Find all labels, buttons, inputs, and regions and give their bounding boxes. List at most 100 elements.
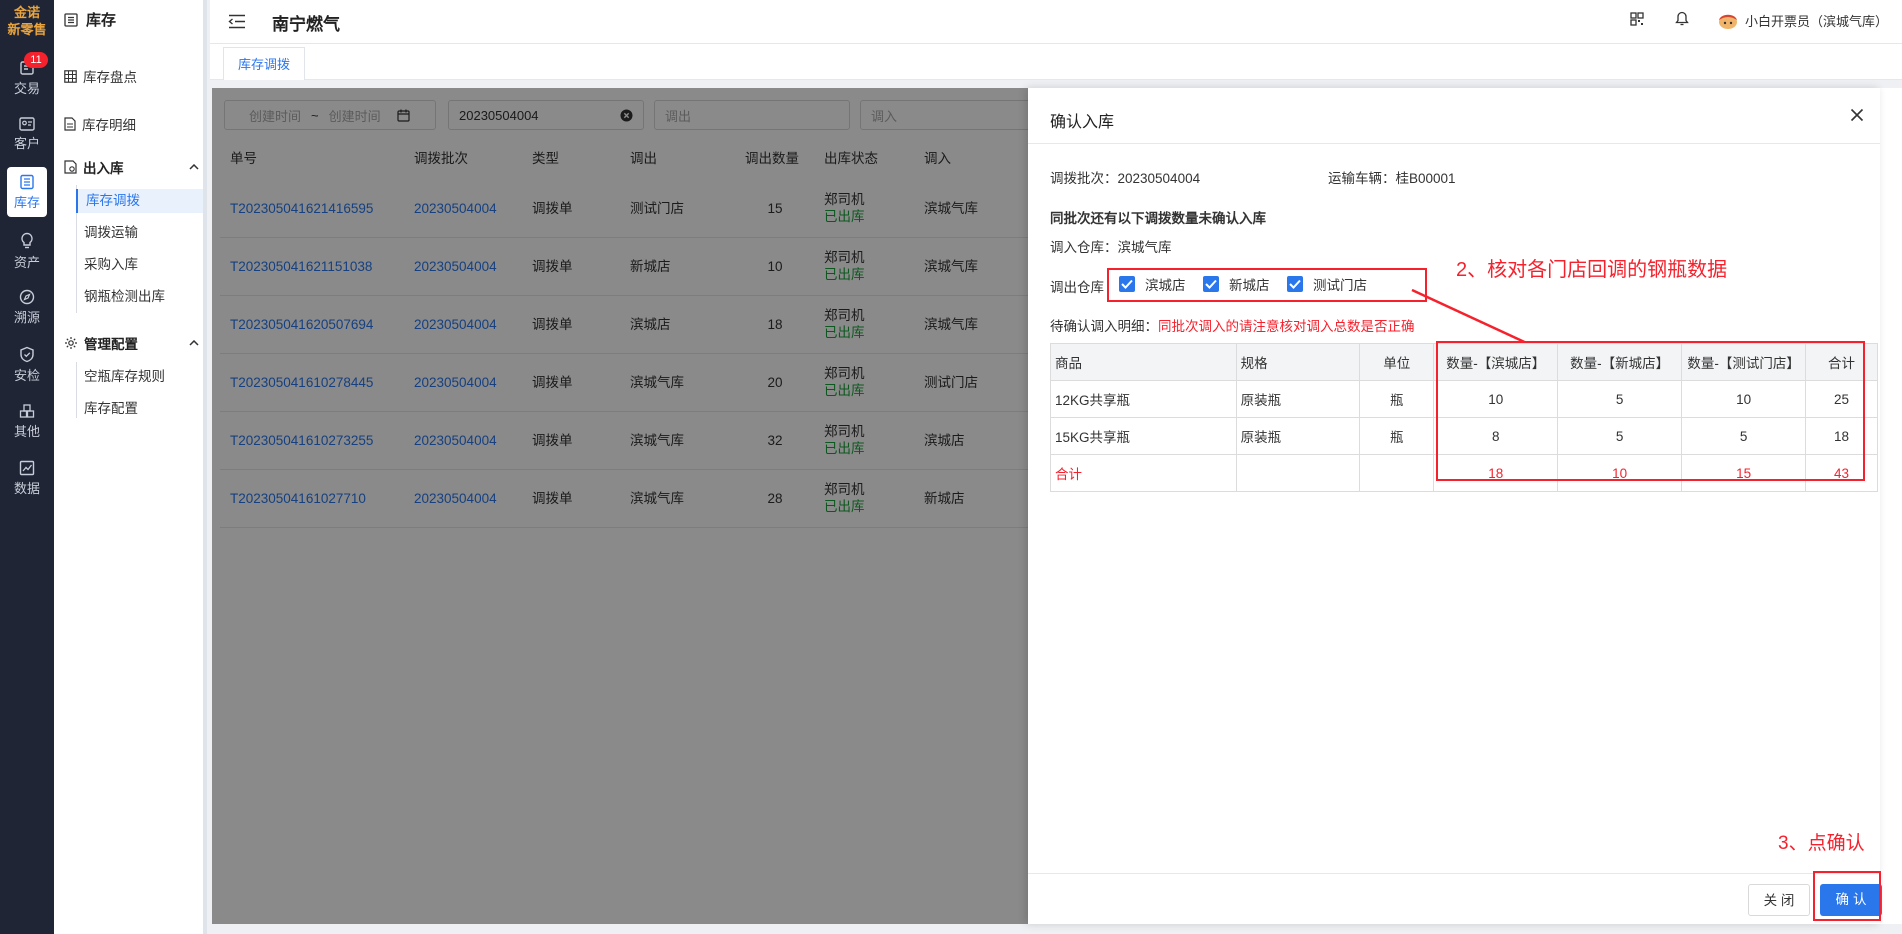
menu-item-transfer-transport[interactable]: 调拨运输 — [84, 221, 209, 245]
spec-cell: 原装瓶 — [1235, 380, 1361, 418]
highlight-box-checkboxes — [1107, 268, 1427, 302]
total-label-cell: 合计 — [1050, 454, 1237, 492]
qrcode-icon[interactable] — [1630, 12, 1644, 26]
brand-subtitle: 新零售 — [7, 22, 47, 37]
highlight-box-quantities — [1436, 341, 1865, 481]
menu-item-empty-bottle-rule[interactable]: 空瓶库存规则 — [84, 365, 209, 389]
inventory-icon — [64, 12, 78, 27]
detail-warning: 同批次调入的请注意核对调入总数是否正确 — [1158, 319, 1415, 334]
nav-other[interactable]: 其他 — [0, 395, 54, 447]
chevron-up-icon — [189, 164, 199, 170]
tab-bar: 库存调拨 — [210, 44, 1902, 80]
menu-group-config[interactable]: 管理配置 — [64, 331, 199, 355]
menu-item-cylinder-test-out[interactable]: 钢瓶检测出库 — [84, 285, 209, 309]
inout-icon — [64, 160, 77, 174]
nav-label: 交易 — [13, 81, 40, 96]
gear-icon — [65, 337, 77, 349]
empty-cell — [1359, 454, 1435, 492]
modal-overlay[interactable] — [212, 88, 1028, 924]
nav-label: 数据 — [13, 481, 40, 496]
data-icon — [19, 460, 35, 476]
side-menu: 库存 库存盘点 库存明细 出入库 库存调拨 调拨运输 采购入库 钢瓶检测出库 管… — [54, 0, 207, 934]
side-menu-title-label: 库存 — [86, 12, 117, 29]
customer-icon — [19, 117, 35, 131]
close-button[interactable]: 关 闭 — [1748, 884, 1810, 916]
tab-stock-transfer[interactable]: 库存调拨 — [223, 47, 306, 80]
dialog-title: 确认入库 — [1050, 114, 1115, 131]
dialog-divider — [1028, 143, 1880, 144]
menu-divider — [76, 362, 77, 418]
avatar — [1718, 14, 1737, 29]
page-title: 南宁燃气 — [272, 15, 340, 34]
menu-group-label: 出入库 — [83, 161, 124, 176]
top-header: 南宁燃气 小白开票员（滨城气库） — [210, 0, 1902, 44]
product-cell: 15KG共享瓶 — [1050, 417, 1237, 455]
menu-item-stock-config[interactable]: 库存配置 — [84, 397, 209, 421]
side-menu-title: 库存 — [64, 9, 116, 30]
nav-data[interactable]: 数据 — [0, 452, 54, 504]
nav-asset[interactable]: 资产 — [0, 224, 54, 276]
brand-name: 金诺 — [13, 5, 40, 20]
nav-label: 溯源 — [13, 310, 40, 325]
highlight-box-confirm — [1813, 871, 1881, 921]
vehicle-label: 运输车辆： — [1328, 171, 1396, 186]
footer-divider — [1028, 873, 1880, 874]
menu-group-label: 管理配置 — [84, 337, 138, 352]
nav-trace[interactable]: 溯源 — [0, 281, 54, 333]
unit-cell: 瓶 — [1359, 417, 1435, 455]
out-warehouse-label: 调出仓库 — [1050, 280, 1104, 295]
in-warehouse-info: 调入仓库：滨城气库 — [1050, 236, 1172, 256]
batch-label: 调拨批次： — [1050, 171, 1118, 186]
menu-collapse-icon[interactable] — [228, 14, 246, 29]
detail-col-product: 商品 — [1050, 343, 1237, 381]
detail-col-unit: 单位 — [1359, 343, 1435, 381]
asset-icon — [21, 232, 33, 249]
bell-icon[interactable] — [1675, 11, 1689, 27]
menu-label: 库存盘点 — [83, 70, 137, 85]
menu-label: 库存明细 — [82, 118, 136, 133]
close-icon[interactable] — [1850, 108, 1864, 122]
nav-customer[interactable]: 客户 — [0, 109, 54, 161]
nav-label: 库存 — [13, 195, 40, 210]
pending-notice: 同批次还有以下调拨数量未确认入库 — [1050, 211, 1266, 226]
table-icon — [64, 69, 77, 83]
nav-label: 其他 — [13, 424, 40, 439]
in-warehouse-value: 滨城气库 — [1117, 240, 1172, 255]
batch-value: 20230504004 — [1117, 171, 1201, 186]
menu-item-stock-count[interactable]: 库存盘点 — [64, 64, 137, 88]
user-name: 小白开票员（滨城气库） — [1744, 14, 1888, 29]
nav-label: 资产 — [13, 255, 40, 270]
empty-cell — [1235, 454, 1361, 492]
batch-info: 调拨批次：20230504004 — [1050, 167, 1200, 187]
in-warehouse-label: 调入仓库： — [1050, 240, 1118, 255]
menu-item-stock-detail[interactable]: 库存明细 — [64, 112, 136, 136]
chevron-up-icon — [189, 340, 199, 346]
nav-label: 客户 — [13, 136, 40, 151]
other-icon — [19, 404, 35, 418]
menu-item-transfer[interactable]: 库存调拨 — [76, 189, 203, 213]
product-cell: 12KG共享瓶 — [1050, 380, 1237, 418]
detail-col-spec: 规格 — [1235, 343, 1361, 381]
menu-group-in-out[interactable]: 出入库 — [64, 155, 199, 179]
document-icon — [64, 117, 76, 131]
annotation-step3: 3、点确认 — [1778, 833, 1865, 854]
spec-cell: 原装瓶 — [1235, 417, 1361, 455]
trace-icon — [19, 289, 35, 305]
brand-logo: 金诺 新零售 — [0, 0, 54, 46]
detail-label: 待确认调入明细： — [1050, 319, 1158, 334]
nav-inventory[interactable]: 库存 — [7, 167, 47, 217]
menu-item-purchase-in[interactable]: 采购入库 — [84, 253, 209, 277]
inventory-icon — [20, 174, 34, 190]
left-nav: 金诺 新零售 交易 11 客户 库存 资产 溯源 安检 其他 数据 — [0, 0, 54, 934]
notification-badge: 11 — [24, 52, 48, 68]
detail-header: 待确认调入明细：同批次调入的请注意核对调入总数是否正确 — [1050, 315, 1415, 335]
vehicle-value: 桂B00001 — [1395, 171, 1456, 186]
safety-check-icon — [20, 346, 34, 363]
user-menu[interactable]: 小白开票员（滨城气库） — [1717, 11, 1888, 30]
confirm-inbound-dialog: 确认入库 调拨批次：20230504004 运输车辆：桂B00001 同批次还有… — [1028, 88, 1882, 924]
nav-safety-check[interactable]: 安检 — [0, 338, 54, 390]
unit-cell: 瓶 — [1359, 380, 1435, 418]
annotation-step2: 2、核对各门店回调的钢瓶数据 — [1456, 259, 1728, 281]
vehicle-info: 运输车辆：桂B00001 — [1328, 167, 1456, 187]
nav-label: 安检 — [13, 368, 40, 383]
